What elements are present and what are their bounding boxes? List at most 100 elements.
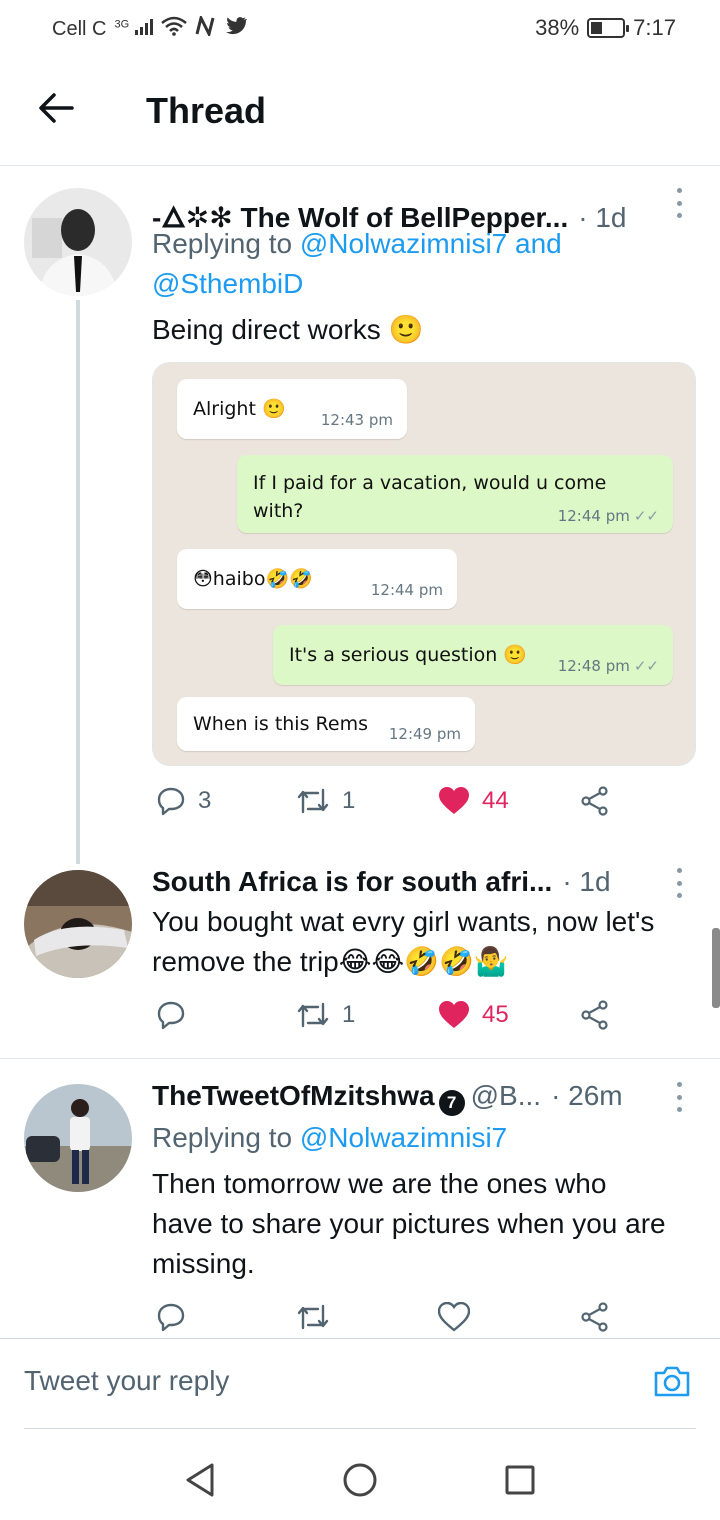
chat-time: 12:43 pm — [320, 411, 393, 429]
tweet-divider — [0, 1058, 720, 1059]
share-button[interactable] — [580, 1000, 610, 1030]
wifi-icon — [160, 16, 187, 42]
display-name[interactable]: South Africa is for south afri... — [152, 866, 552, 898]
share-icon — [581, 786, 608, 816]
tweet-header: South Africa is for south afri... · 1d — [152, 866, 611, 898]
more-options-icon[interactable] — [674, 1082, 684, 1112]
retweet-icon — [297, 1002, 329, 1028]
tweet-text: You bought wat evry girl wants, now let'… — [152, 906, 655, 977]
chat-bubble: When is this Rems 12:49 pm — [177, 697, 475, 751]
nav-back-button[interactable] — [180, 1460, 220, 1500]
handle[interactable]: @B... — [471, 1080, 541, 1112]
reply-underline — [24, 1428, 696, 1429]
circle-home-icon — [343, 1463, 377, 1497]
app-header: Thread — [0, 56, 720, 166]
chat-time: 12:48 pm ✓✓ — [558, 657, 659, 675]
tweet-media-image[interactable]: Alright 🙂 12:43 pm If I paid for a vacat… — [152, 362, 696, 766]
avatar[interactable] — [24, 870, 132, 978]
like-button[interactable] — [438, 1302, 470, 1332]
chat-time: 12:44 pm ✓✓ — [558, 507, 659, 525]
signal-icon: 3G — [114, 17, 153, 41]
carrier-name: Cell C — [52, 17, 107, 40]
tweet-reply-input[interactable]: Tweet your reply — [24, 1365, 229, 1397]
chat-time: 12:44 pm — [557, 507, 630, 525]
retweet-count: 1 — [342, 787, 356, 814]
square-recents-icon — [505, 1465, 535, 1495]
tweet-header: TheTweetOfMzitshwa 7 @B... · 26m — [152, 1080, 623, 1116]
arrow-left-icon — [39, 93, 74, 123]
reply-icon — [157, 1303, 185, 1332]
like-button[interactable]: 44 — [438, 786, 509, 816]
reply-count: 3 — [198, 787, 212, 814]
avatar[interactable] — [24, 188, 132, 296]
chat-text: It's a serious question 🙂 — [289, 644, 527, 666]
chat-bubble: It's a serious question 🙂 12:48 pm ✓✓ — [273, 625, 673, 685]
battery-icon — [587, 18, 630, 38]
replying-to: Replying to @Nolwazimnisi7 — [152, 1118, 672, 1158]
avatar[interactable] — [24, 1084, 132, 1192]
more-options-icon[interactable] — [674, 188, 684, 218]
chat-bubble: 😳haibo🤣🤣 12:44 pm — [177, 549, 457, 609]
triangle-back-icon — [186, 1463, 214, 1497]
retweet-button[interactable] — [296, 1302, 330, 1332]
timestamp[interactable]: · 26m — [551, 1080, 623, 1112]
reply-bar: Tweet your reply — [0, 1338, 720, 1430]
heart-filled-icon — [439, 1001, 469, 1028]
nav-home-button[interactable] — [340, 1460, 380, 1500]
reply-button[interactable] — [156, 1000, 198, 1030]
chat-text: 😳haibo🤣🤣 — [193, 568, 313, 590]
retweet-button[interactable]: 1 — [296, 786, 355, 816]
back-button[interactable] — [36, 86, 76, 130]
camera-button[interactable] — [652, 1361, 692, 1401]
timestamp[interactable]: · 1d — [562, 866, 610, 898]
status-bar: Cell C 3G 38% 7:17 — [0, 0, 720, 56]
like-count: 44 — [482, 787, 509, 814]
camera-icon — [654, 1366, 690, 1397]
replying-prefix: Replying to — [152, 228, 300, 259]
share-icon — [581, 1000, 608, 1030]
battery-percent: 38% — [535, 15, 580, 40]
tweet-actions — [152, 1302, 672, 1342]
nav-recents-button[interactable] — [500, 1460, 540, 1500]
share-button[interactable] — [580, 1302, 610, 1332]
display-name[interactable]: TheTweetOfMzitshwa — [152, 1080, 435, 1112]
like-button[interactable]: 45 — [438, 1000, 509, 1030]
reply-icon — [157, 1001, 185, 1030]
page-title: Thread — [146, 90, 267, 131]
more-options-icon[interactable] — [674, 868, 684, 898]
clock: 7:17 — [633, 15, 676, 40]
scrollbar[interactable] — [712, 928, 720, 1008]
retweet-icon — [297, 788, 329, 814]
retweet-count: 1 — [342, 1001, 356, 1028]
status-left: Cell C 3G — [52, 13, 248, 42]
verified-badge-icon: 7 — [438, 1090, 465, 1116]
reply-button[interactable] — [156, 1302, 186, 1332]
replying-handles[interactable]: @Nolwazimnisi7 — [300, 1122, 507, 1153]
read-ticks-icon: ✓✓ — [633, 657, 659, 675]
share-icon — [581, 1302, 608, 1332]
chat-text: Alright 🙂 — [193, 398, 286, 420]
like-count: 45 — [482, 1001, 509, 1028]
status-right: 38% 7:17 — [535, 15, 676, 41]
badge-number: 7 — [446, 1093, 457, 1112]
tweet-text: Then tomorrow we are the ones who have t… — [152, 1168, 666, 1279]
chat-text: When is this Rems — [193, 713, 368, 735]
retweet-button[interactable]: 1 — [296, 1000, 355, 1030]
chat-bubble: Alright 🙂 12:43 pm — [177, 379, 407, 439]
tweet-actions: 1 45 — [152, 1000, 672, 1040]
nfc-icon — [195, 13, 217, 42]
reply-button[interactable]: 3 — [156, 786, 211, 816]
tweet-text: Being direct works 🙂 — [152, 314, 424, 345]
share-button[interactable] — [580, 786, 610, 816]
heart-outline-icon — [438, 1302, 470, 1332]
system-nav-bar — [0, 1440, 720, 1520]
chat-time: 12:49 pm — [388, 725, 461, 743]
replying-to: Replying to @Nolwazimnisi7 and @SthembiD — [152, 224, 652, 304]
tweet-actions: 3 1 44 — [152, 786, 672, 826]
chat-time: 12:44 pm — [370, 581, 443, 599]
thread-connector — [76, 300, 80, 864]
reply-icon — [157, 787, 185, 816]
replying-prefix: Replying to — [152, 1122, 300, 1153]
network-type: 3G — [114, 17, 130, 30]
heart-filled-icon — [439, 787, 469, 814]
